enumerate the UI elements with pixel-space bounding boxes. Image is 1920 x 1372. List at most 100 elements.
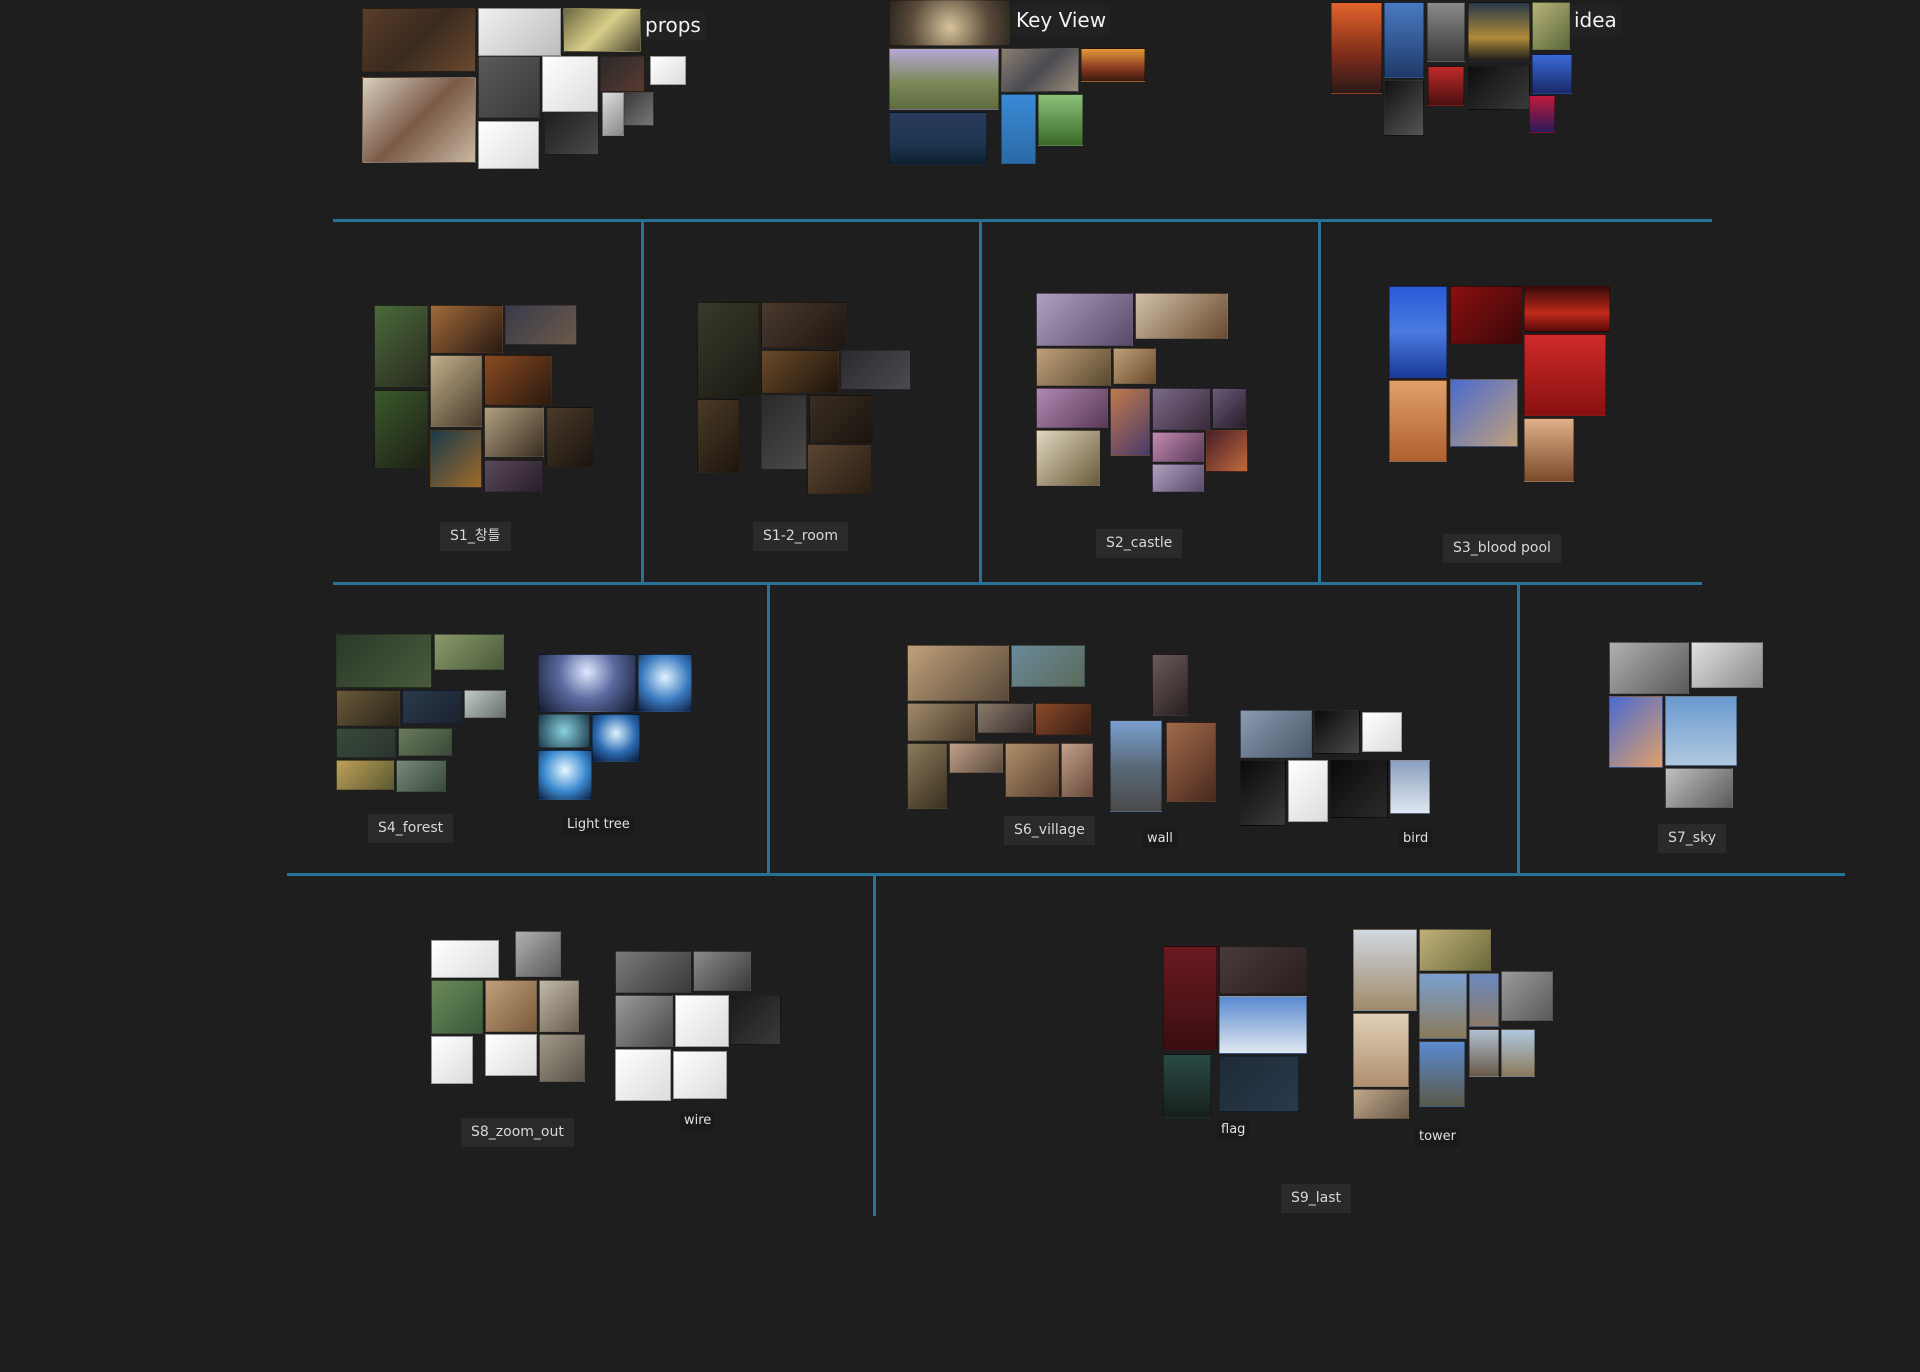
image-thumbnail[interactable]: [1419, 1041, 1465, 1107]
image-thumbnail[interactable]: [1163, 1054, 1211, 1118]
image-thumbnail[interactable]: [1110, 720, 1162, 812]
image-thumbnail[interactable]: [697, 399, 739, 473]
scene-label-s2[interactable]: S2_castle: [1096, 529, 1183, 558]
image-thumbnail[interactable]: [907, 743, 947, 809]
cluster-label-light-tree[interactable]: Light tree: [563, 815, 634, 835]
image-thumbnail[interactable]: [563, 8, 641, 52]
image-thumbnail[interactable]: [430, 430, 482, 488]
image-thumbnail[interactable]: [761, 302, 846, 348]
image-thumbnail[interactable]: [1353, 1089, 1409, 1119]
image-thumbnail[interactable]: [1384, 80, 1424, 136]
image-thumbnail[interactable]: [1384, 2, 1424, 78]
image-thumbnail[interactable]: [1135, 293, 1228, 339]
image-thumbnail[interactable]: [362, 8, 476, 72]
image-thumbnail[interactable]: [336, 728, 396, 758]
image-thumbnail[interactable]: [431, 940, 499, 978]
image-thumbnail[interactable]: [1609, 696, 1663, 768]
image-thumbnail[interactable]: [638, 654, 692, 712]
scene-label-s1-2[interactable]: S1-2_room: [753, 522, 848, 551]
image-thumbnail[interactable]: [1353, 929, 1417, 1011]
image-thumbnail[interactable]: [1113, 348, 1156, 384]
image-thumbnail[interactable]: [1532, 54, 1572, 94]
cluster-label-wire[interactable]: wire: [680, 1111, 716, 1131]
image-thumbnail[interactable]: [1038, 94, 1083, 146]
image-thumbnail[interactable]: [1001, 48, 1079, 92]
image-thumbnail[interactable]: [1240, 760, 1286, 826]
cluster-label-bird[interactable]: bird: [1399, 829, 1433, 849]
image-thumbnail[interactable]: [1011, 645, 1085, 687]
image-thumbnail[interactable]: [478, 8, 561, 56]
image-thumbnail[interactable]: [478, 56, 540, 118]
image-thumbnail[interactable]: [538, 654, 636, 712]
image-thumbnail[interactable]: [362, 77, 476, 163]
image-thumbnail[interactable]: [1691, 642, 1763, 688]
image-thumbnail[interactable]: [1219, 946, 1307, 994]
image-thumbnail[interactable]: [675, 995, 729, 1047]
image-thumbnail[interactable]: [484, 407, 544, 457]
image-thumbnail[interactable]: [889, 0, 1011, 46]
image-thumbnail[interactable]: [539, 1034, 585, 1082]
image-thumbnail[interactable]: [1532, 2, 1570, 50]
image-thumbnail[interactable]: [431, 980, 483, 1034]
image-thumbnail[interactable]: [336, 634, 432, 688]
image-thumbnail[interactable]: [1314, 710, 1360, 754]
image-thumbnail[interactable]: [1330, 760, 1388, 818]
image-thumbnail[interactable]: [1035, 703, 1091, 735]
image-thumbnail[interactable]: [602, 92, 624, 136]
image-thumbnail[interactable]: [809, 395, 873, 443]
cluster-label-wall[interactable]: wall: [1143, 829, 1177, 849]
image-thumbnail[interactable]: [546, 407, 594, 467]
moodboard-canvas[interactable]: props Key View idea S1_창틀 S1-2_room S2_c…: [0, 0, 1920, 1372]
image-thumbnail[interactable]: [1036, 388, 1108, 428]
image-thumbnail[interactable]: [374, 390, 428, 468]
image-thumbnail[interactable]: [538, 750, 592, 800]
image-thumbnail[interactable]: [1005, 743, 1059, 797]
image-thumbnail[interactable]: [1524, 286, 1610, 332]
image-thumbnail[interactable]: [1450, 286, 1522, 344]
image-thumbnail[interactable]: [592, 714, 640, 762]
image-thumbnail[interactable]: [761, 350, 839, 393]
image-thumbnail[interactable]: [1665, 768, 1733, 808]
image-thumbnail[interactable]: [430, 305, 503, 353]
scene-label-s9[interactable]: S9_last: [1281, 1184, 1352, 1213]
image-thumbnail[interactable]: [889, 48, 999, 110]
image-thumbnail[interactable]: [1501, 1029, 1535, 1077]
image-thumbnail[interactable]: [615, 1049, 671, 1101]
image-thumbnail[interactable]: [1163, 946, 1217, 1050]
image-thumbnail[interactable]: [1152, 432, 1204, 462]
image-thumbnail[interactable]: [478, 121, 539, 169]
image-thumbnail[interactable]: [1001, 94, 1036, 164]
image-thumbnail[interactable]: [1240, 710, 1312, 758]
image-thumbnail[interactable]: [538, 714, 590, 748]
image-thumbnail[interactable]: [624, 92, 654, 126]
image-thumbnail[interactable]: [464, 690, 506, 718]
scene-label-s1[interactable]: S1_창틀: [440, 522, 511, 551]
image-thumbnail[interactable]: [398, 728, 452, 756]
image-thumbnail[interactable]: [1524, 418, 1574, 482]
image-thumbnail[interactable]: [600, 56, 645, 92]
image-thumbnail[interactable]: [731, 995, 781, 1045]
image-thumbnail[interactable]: [650, 56, 686, 85]
image-thumbnail[interactable]: [484, 460, 542, 492]
image-thumbnail[interactable]: [1362, 712, 1402, 752]
image-thumbnail[interactable]: [697, 302, 759, 397]
image-thumbnail[interactable]: [374, 305, 428, 387]
cluster-label-tower[interactable]: tower: [1415, 1127, 1461, 1147]
image-thumbnail[interactable]: [693, 951, 751, 991]
image-thumbnail[interactable]: [907, 645, 1009, 701]
image-thumbnail[interactable]: [1450, 379, 1518, 447]
image-thumbnail[interactable]: [1419, 973, 1467, 1039]
image-thumbnail[interactable]: [539, 980, 579, 1032]
image-thumbnail[interactable]: [1467, 66, 1530, 110]
image-thumbnail[interactable]: [841, 350, 911, 390]
image-thumbnail[interactable]: [505, 305, 577, 345]
image-thumbnail[interactable]: [761, 395, 807, 470]
image-thumbnail[interactable]: [1419, 929, 1491, 971]
image-thumbnail[interactable]: [1152, 654, 1188, 716]
image-thumbnail[interactable]: [1206, 430, 1248, 472]
image-thumbnail[interactable]: [515, 931, 561, 977]
image-thumbnail[interactable]: [1212, 388, 1246, 428]
image-thumbnail[interactable]: [1389, 286, 1447, 378]
image-thumbnail[interactable]: [430, 355, 482, 427]
image-thumbnail[interactable]: [1219, 996, 1307, 1054]
